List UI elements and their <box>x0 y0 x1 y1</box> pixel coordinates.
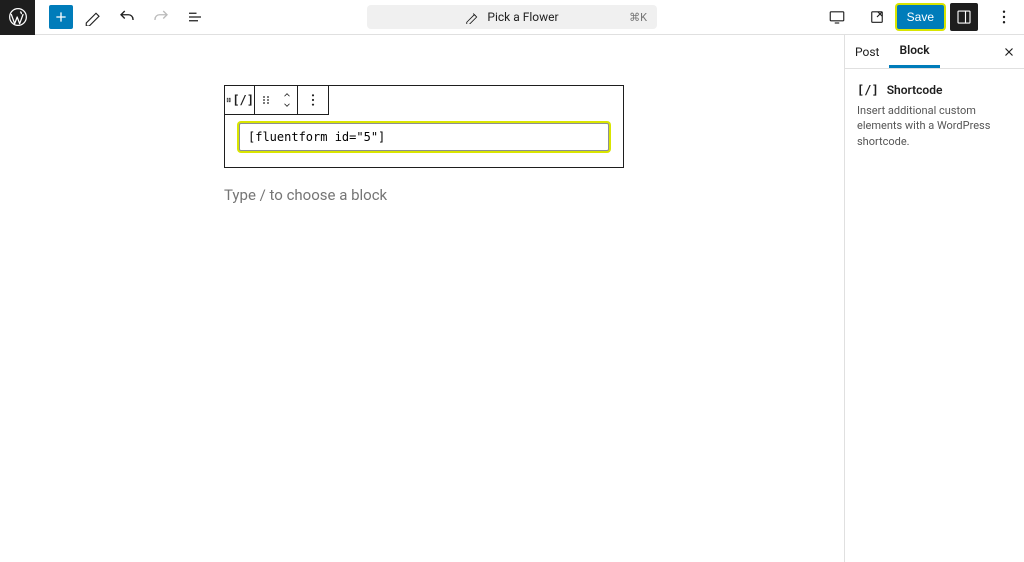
editor-topbar: Pick a Flower ⌘K Save <box>0 0 1024 35</box>
add-block-button[interactable] <box>49 5 73 29</box>
settings-panel-toggle[interactable] <box>950 3 978 31</box>
block-options-button[interactable] <box>298 86 328 114</box>
command-center-title: Pick a Flower <box>487 10 558 24</box>
command-center-shortcut: ⌘K <box>629 11 647 24</box>
editor-canvas[interactable]: [/] <box>0 35 844 562</box>
move-up-button[interactable] <box>281 90 293 100</box>
sidebar-block-description: Insert additional custom elements with a… <box>857 103 1012 149</box>
save-button[interactable]: Save <box>897 5 944 29</box>
options-button[interactable] <box>990 3 1018 31</box>
command-center[interactable]: Pick a Flower ⌘K <box>367 5 657 29</box>
tab-post[interactable]: Post <box>845 35 889 68</box>
document-overview-button[interactable] <box>181 3 209 31</box>
undo-button[interactable] <box>113 3 141 31</box>
close-sidebar-button[interactable] <box>994 35 1024 68</box>
sidebar-block-title: Shortcode <box>887 83 943 97</box>
drag-handle[interactable] <box>255 86 277 114</box>
redo-button <box>147 3 175 31</box>
view-template-button[interactable] <box>863 3 891 31</box>
wordpress-logo[interactable] <box>0 0 35 35</box>
settings-sidebar: Post Block [/] Shortcode Insert addition… <box>844 35 1024 562</box>
block-type-button[interactable]: [/] <box>225 86 255 114</box>
tools-button[interactable] <box>79 3 107 31</box>
view-desktop-button[interactable] <box>823 3 851 31</box>
shortcode-input[interactable] <box>239 123 609 151</box>
move-down-button[interactable] <box>281 100 293 110</box>
shortcode-icon: [/] <box>857 83 879 97</box>
block-toolbar: [/] <box>224 85 329 115</box>
block-appender-placeholder[interactable]: Type / to choose a block <box>224 186 844 204</box>
tab-block[interactable]: Block <box>889 35 939 68</box>
